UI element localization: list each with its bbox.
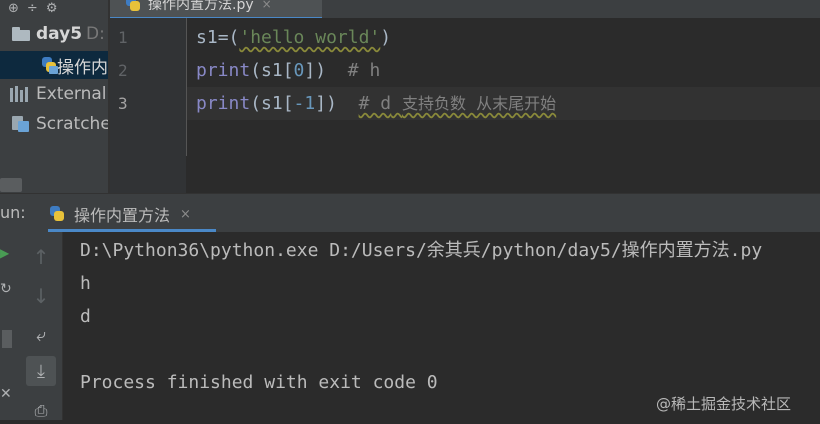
console-command-line: D:\Python36\python.exe D:/Users/余其兵/pyth… (80, 240, 763, 261)
code-builtin: print (196, 60, 251, 81)
tree-external-libraries[interactable]: External (0, 80, 108, 108)
scratches-label: Scratche (36, 114, 108, 134)
project-tree: day5 D: 操作内 External Scratche (0, 18, 108, 193)
project-scrollbar[interactable] (0, 178, 22, 192)
close-tab-icon[interactable]: × (262, 0, 272, 11)
python-file-icon (124, 0, 142, 13)
run-panel-label: un: (0, 203, 26, 222)
code-builtin: print (196, 93, 251, 114)
scratches-icon (10, 115, 32, 133)
soft-wrap-icon[interactable]: ⤶ (28, 322, 54, 348)
code-token: (s1[ (250, 93, 294, 114)
run-tab-label: 操作内置方法 (74, 206, 171, 225)
code-line-2[interactable]: print(s1[0]) # h (196, 61, 380, 81)
code-token: ]) (315, 93, 337, 114)
external-label: External (36, 84, 107, 104)
code-number: 0 (293, 60, 305, 81)
code-number: 1 (304, 93, 316, 114)
console-output-line: h (80, 273, 91, 294)
python-run-icon (48, 205, 66, 223)
scroll-to-end-icon[interactable]: ⤓ (26, 356, 56, 386)
comment-text: 支持负数 从末尾开始 (401, 94, 557, 113)
editor-tab-label: 操作内置方法.py (148, 0, 254, 13)
arrow-up-icon[interactable]: ↑ (28, 244, 54, 270)
console-exit-line: Process finished with exit code 0 (80, 372, 438, 393)
code-token: (s1[ (250, 60, 294, 81)
comment-hash: # d (358, 93, 392, 114)
code-token: s1 (196, 27, 218, 48)
code-comment: # d 支持负数 从末尾开始 (359, 93, 557, 114)
project-toolbar: ⊕ ÷ ⚙ (0, 0, 108, 18)
close-run-tab-icon[interactable]: × (180, 207, 191, 222)
python-file-icon (40, 56, 58, 74)
folder-path: D: (86, 24, 105, 44)
gear-icon[interactable]: ⚙ (46, 2, 58, 16)
folder-name: day5 (36, 24, 83, 44)
code-token: ) (380, 27, 392, 48)
libraries-icon (10, 86, 32, 102)
stop-icon[interactable] (2, 330, 12, 348)
line-number: 3 (118, 94, 128, 113)
code-comment: # h (347, 60, 381, 81)
watermark: @稀土掘金技术社区 (656, 395, 792, 413)
arrow-down-icon[interactable]: ↓ (28, 283, 54, 309)
code-number: - (293, 93, 305, 114)
code-token: =( (217, 27, 240, 48)
line-number: 1 (118, 28, 128, 47)
print-icon[interactable]: ⎙ (28, 398, 54, 424)
code-string: 'hello world' (239, 27, 381, 48)
close-icon[interactable]: ✕ (0, 386, 12, 402)
tree-folder-day5[interactable]: day5 D: (0, 20, 108, 48)
editor-tab-active[interactable]: 操作内置方法.py × (110, 0, 322, 20)
code-line-3[interactable]: print(s1[-1]) # d 支持负数 从末尾开始 (196, 94, 556, 114)
folder-icon (12, 27, 30, 41)
file-name: 操作内 (57, 57, 108, 78)
code-line-1[interactable]: s1=('hello world') (196, 28, 391, 48)
console-output-line: d (80, 306, 91, 327)
run-icon[interactable]: ▶ (0, 246, 9, 260)
code-token: ]) (304, 60, 327, 81)
locate-icon[interactable]: ⊕ (8, 2, 19, 16)
run-tab[interactable]: 操作内置方法 × (48, 202, 191, 226)
rerun-icon[interactable]: ↻ (0, 281, 12, 297)
collapse-icon[interactable]: ÷ (27, 2, 38, 16)
gutter-separator (186, 18, 187, 156)
line-number: 2 (118, 61, 128, 80)
tree-file-selected[interactable]: 操作内 (0, 51, 108, 79)
tree-scratches[interactable]: Scratche (0, 110, 108, 138)
